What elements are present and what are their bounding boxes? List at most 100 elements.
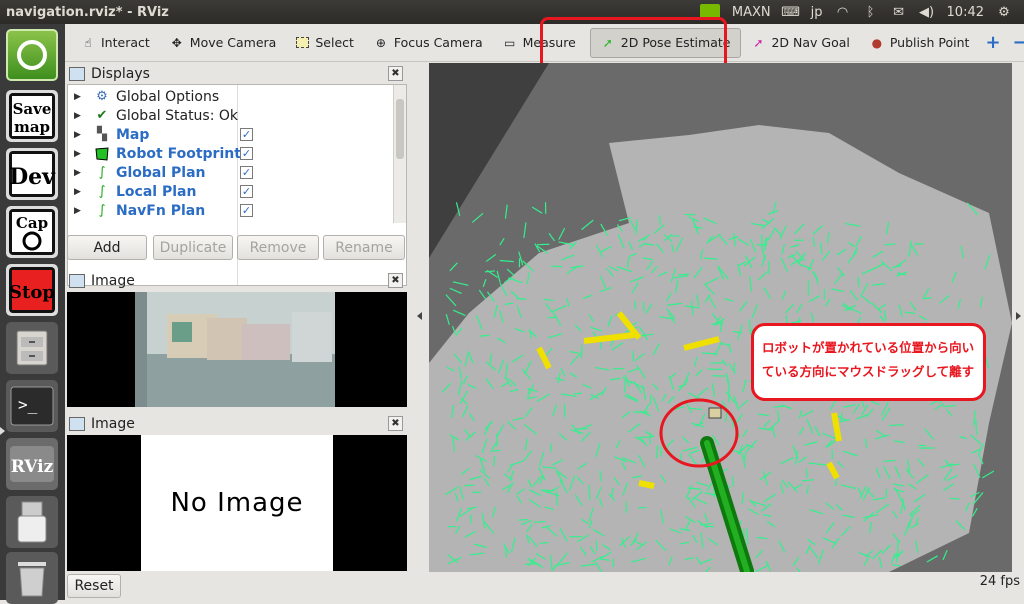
remove-display-button[interactable]: Remove [237, 235, 319, 260]
path-icon: ∫ [94, 165, 110, 181]
tree-row-robot-footprint[interactable]: ▶ Robot Footprint ✓ [68, 144, 394, 163]
duplicate-display-button[interactable]: Duplicate [153, 235, 233, 260]
display-enabled-checkbox[interactable]: ✓ [240, 147, 253, 160]
pose-particle [534, 521, 546, 522]
keyboard-layout-label[interactable]: jp [811, 5, 823, 20]
tree-row-global-plan[interactable]: ▶ ∫ Global Plan ✓ [68, 163, 394, 182]
tree-row-local-plan[interactable]: ▶ ∫ Local Plan ✓ [68, 182, 394, 201]
nav-goal-label: 2D Nav Goal [771, 35, 849, 50]
tree-scrollbar[interactable] [393, 85, 406, 223]
pose-particle [705, 526, 714, 527]
svg-text:Cap: Cap [16, 214, 48, 232]
pose-particle [638, 437, 653, 438]
close-icon[interactable]: ✖ [388, 66, 403, 81]
display-label: NavFn Plan [116, 203, 240, 219]
interact-label: Interact [101, 35, 150, 50]
mail-icon[interactable]: ✉ [891, 5, 907, 19]
gear-icon[interactable]: ⚙ [996, 5, 1012, 19]
usb-drive-icon[interactable] [6, 496, 58, 548]
wifi-icon[interactable]: ◠ [835, 5, 851, 19]
ruler-icon: ▭ [503, 36, 517, 50]
display-label: Global Status: Ok [116, 108, 240, 124]
volume-icon[interactable]: ◀) [919, 5, 935, 19]
image-panel-2-title: Image [91, 416, 135, 432]
pose-particle [551, 443, 552, 452]
pose-estimate-tool[interactable]: ➚ 2D Pose Estimate [590, 28, 742, 58]
ubuntu-dash-icon[interactable] [6, 29, 58, 81]
svg-text:Save: Save [13, 100, 52, 118]
3d-render-viewport[interactable] [429, 63, 1012, 572]
measure-label: Measure [523, 35, 576, 50]
cap-icon[interactable]: Cap [6, 206, 58, 258]
expand-arrow-icon[interactable]: ▶ [74, 92, 86, 102]
move-camera-tool[interactable]: ✥ Move Camera [160, 28, 287, 58]
display-label: Robot Footprint [116, 146, 240, 162]
dev-icon[interactable]: Dev [6, 148, 58, 200]
display-enabled-checkbox[interactable]: ✓ [240, 166, 253, 179]
scrollbar-thumb[interactable] [396, 99, 404, 159]
close-icon[interactable]: ✖ [388, 416, 403, 431]
add-tool-button[interactable]: + [979, 28, 1006, 58]
pose-particle [625, 380, 626, 393]
pose-particle [506, 548, 507, 558]
display-enabled-checkbox[interactable]: ✓ [240, 185, 253, 198]
rename-display-button[interactable]: Rename [323, 235, 405, 260]
publish-point-tool[interactable]: ● Publish Point [860, 28, 980, 58]
display-enabled-checkbox[interactable]: ✓ [240, 204, 253, 217]
launcher: Savemap Dev Cap Stop >_ RViz [0, 24, 65, 600]
tree-row-navfn-plan[interactable]: ▶ ∫ NavFn Plan ✓ [68, 201, 394, 220]
display-enabled-checkbox[interactable]: ✓ [240, 128, 253, 141]
clock[interactable]: 10:42 [947, 5, 984, 20]
expand-arrow-icon[interactable]: ▶ [74, 149, 86, 159]
interact-tool[interactable]: ☝ Interact [71, 28, 160, 58]
instruction-callout: ロボットが置かれている位置から向い ている方向にマウスドラッグして離す [751, 323, 986, 401]
left-splitter[interactable] [410, 62, 428, 572]
expand-arrow-icon[interactable]: ▶ [74, 130, 86, 140]
save-map-icon[interactable]: Savemap [6, 90, 58, 142]
tree-row-global-options[interactable]: ▶ ⚙ Global Options [68, 87, 394, 106]
terminal-icon[interactable]: >_ [6, 380, 58, 432]
collapse-right-arrow-icon[interactable] [1016, 312, 1021, 320]
camera-frame [67, 292, 407, 407]
remove-tool-button[interactable]: − [1007, 28, 1024, 58]
expand-arrow-icon[interactable]: ▶ [74, 206, 86, 216]
gpu-mode-label[interactable]: MAXN [732, 5, 771, 20]
window-title: navigation.rviz* - RViz [0, 5, 700, 20]
bluetooth-icon[interactable]: ᛒ [863, 5, 879, 19]
select-tool[interactable]: Select [286, 28, 364, 58]
expand-arrow-icon[interactable]: ▶ [74, 168, 86, 178]
map-scene[interactable] [429, 63, 1012, 572]
image-panel-1-title: Image [91, 273, 135, 289]
system-top-bar: navigation.rviz* - RViz MAXN ⌨ jp ◠ ᛒ ✉ … [0, 0, 1024, 24]
expand-arrow-icon[interactable]: ▶ [74, 187, 86, 197]
green-arrow-icon: ➚ [601, 36, 615, 50]
nav-goal-tool[interactable]: ➚ 2D Nav Goal [741, 28, 859, 58]
collapse-left-arrow-icon[interactable] [417, 312, 422, 320]
close-icon[interactable]: ✖ [388, 273, 403, 288]
pose-particle [479, 335, 489, 336]
stop-icon[interactable]: Stop [6, 264, 58, 316]
add-display-button[interactable]: Add [67, 235, 147, 260]
svg-text:map: map [14, 118, 50, 136]
select-rect-icon [296, 37, 309, 48]
measure-tool[interactable]: ▭ Measure [493, 28, 586, 58]
svg-text:Stop: Stop [9, 282, 55, 303]
tree-row-global-status[interactable]: ▶ ✔ Global Status: Ok [68, 106, 394, 125]
rviz-toolbar: ☝ Interact ✥ Move Camera Select ⊕ Focus … [65, 24, 1024, 62]
displays-header: Displays ✖ [65, 63, 407, 85]
trash-icon[interactable] [6, 552, 58, 604]
pose-particle [817, 464, 827, 465]
pose-particle [518, 520, 528, 521]
right-splitter[interactable] [1012, 62, 1024, 572]
rviz-icon[interactable]: RViz [6, 438, 58, 490]
select-label: Select [315, 35, 354, 50]
expand-arrow-icon[interactable]: ▶ [74, 111, 86, 121]
nvidia-icon[interactable] [700, 4, 720, 20]
reset-button[interactable]: Reset [67, 574, 121, 598]
focus-camera-tool[interactable]: ⊕ Focus Camera [364, 28, 493, 58]
file-cabinet-icon[interactable] [6, 322, 58, 374]
callout-line-2: ている方向にマウスドラッグして離す [762, 360, 975, 384]
tree-row-map[interactable]: ▶ ▚ Map ✓ [68, 125, 394, 144]
keyboard-icon[interactable]: ⌨ [783, 5, 799, 19]
display-label: Global Options [116, 89, 240, 105]
